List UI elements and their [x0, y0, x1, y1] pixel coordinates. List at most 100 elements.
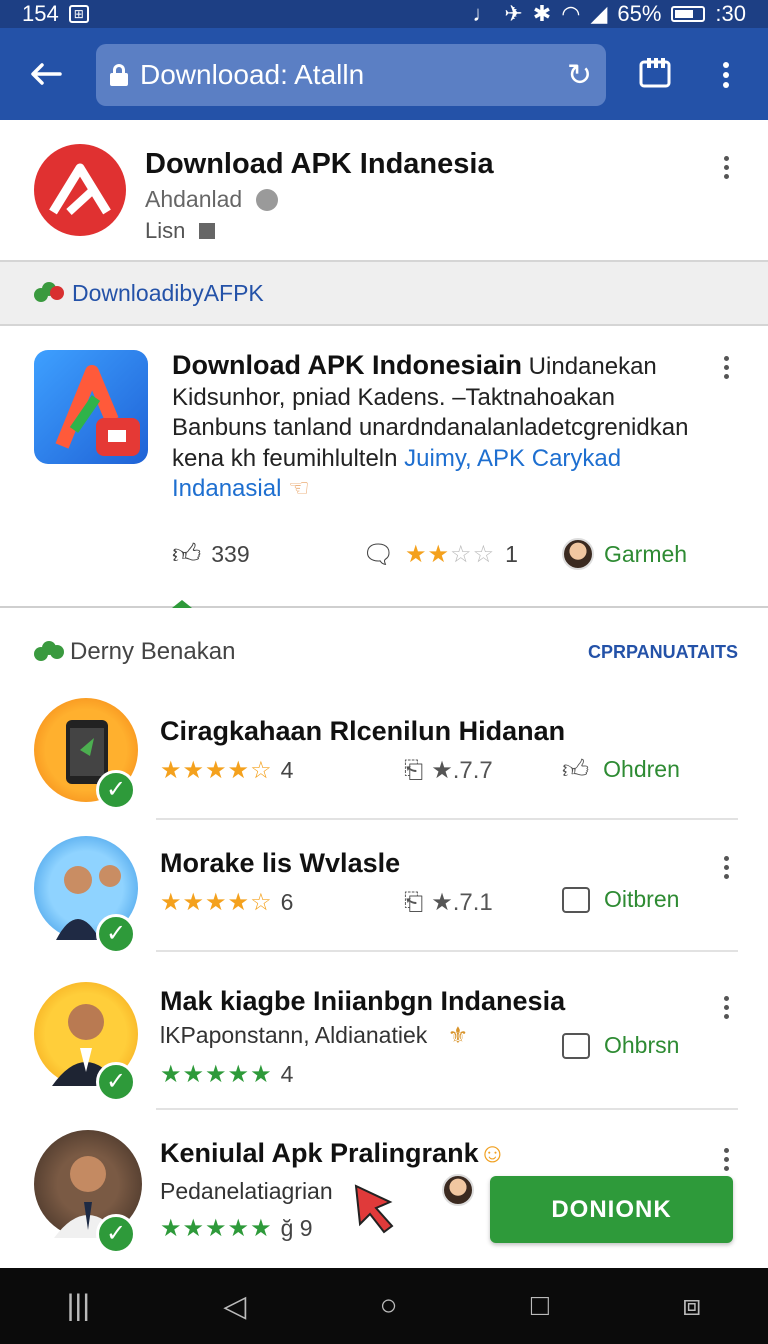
- item-rating: ★★★★★ ğ 9: [160, 1214, 313, 1243]
- verified-check-icon: ✓: [96, 770, 136, 810]
- app-subtitle: Ahdanlad: [145, 186, 279, 213]
- list-item[interactable]: ✓ Morake lis Wvlasle ★★★★☆ 6 ⎗ ★.7.1 Oit…: [0, 820, 768, 954]
- item-meta: ⎗ ★.7.7: [404, 756, 493, 785]
- download-button[interactable]: DONIONK: [490, 1176, 733, 1243]
- item-title: Ciragkahaan Rlcenilun Hidanan: [160, 716, 566, 746]
- author-name: Garmeh: [604, 540, 688, 567]
- related-action-link[interactable]: CPRPANUATAITS: [588, 642, 738, 663]
- storage-icon[interactable]: [638, 56, 672, 98]
- verified-icon: [256, 188, 279, 211]
- reload-icon[interactable]: ↻: [567, 58, 592, 93]
- battery-percent: 65%: [617, 1, 662, 26]
- item-subtitle-text: lKPaponstann, Aldianatiek: [160, 1022, 428, 1048]
- nav-home-icon[interactable]: ○: [380, 1289, 398, 1323]
- feature-app-icon: [34, 350, 148, 464]
- star-rating: ★★★★★: [160, 1215, 273, 1242]
- thumbs-up-icon: 👍︎: [562, 754, 590, 784]
- url-bar[interactable]: Downlooad: Atalln ↻: [96, 44, 606, 106]
- comment-icon: [562, 1032, 590, 1059]
- star-rating: ★★★★☆: [160, 757, 273, 784]
- section-label[interactable]: DownloadibyAFPK: [72, 280, 264, 307]
- rating-value: 4: [280, 1061, 294, 1087]
- app-publisher: Ahdanlad: [145, 186, 243, 212]
- feature-title: Download APK Indonesiain: [172, 350, 523, 380]
- verified-check-icon: ✓: [96, 1214, 136, 1254]
- feature-more-icon[interactable]: [722, 356, 730, 379]
- thumbs-up-icon: 👍︎: [172, 538, 202, 569]
- feature-line-3: Banbuns tanland unardndanalanladetcgreni…: [172, 414, 689, 441]
- action-label: Oitbren: [604, 886, 680, 912]
- tab-indicator: [172, 600, 192, 608]
- item-subtitle: lKPaponstann, Aldianatiek ⚜: [160, 1022, 468, 1049]
- comment-icon: 🗨︎: [362, 538, 396, 569]
- item-title-text: Keniulal Apk Pralingrank: [160, 1138, 479, 1168]
- item-action[interactable]: Ohbrsn: [562, 1032, 679, 1059]
- nav-extra-icon[interactable]: ⧈: [682, 1289, 701, 1323]
- item-subtitle: Pedanelatiagrian: [160, 1178, 333, 1204]
- section-bar: DownloadibyAFPK: [0, 262, 768, 326]
- likes-stat[interactable]: 👍︎ 339: [172, 537, 362, 571]
- screen: 154 ⊞ ♩ ✈ ✱ ◠ ◢ 65% :30 Downlooad: Atall…: [0, 0, 768, 1344]
- nav-overview-icon[interactable]: □: [531, 1289, 549, 1323]
- brand-leaf-icon: [34, 282, 64, 304]
- feature-card[interactable]: Download APK Indonesiain Uindanekan Kids…: [0, 326, 768, 608]
- nav-back-icon[interactable]: ◁: [223, 1289, 246, 1324]
- verified-check-icon: ✓: [96, 1062, 136, 1102]
- system-nav-bar: ||| ◁ ○ □ ⧈: [0, 1268, 768, 1344]
- divider: [156, 950, 738, 952]
- notification-icon: ⊞: [68, 5, 89, 23]
- item-more-icon[interactable]: [722, 996, 730, 1019]
- browser-toolbar: Downlooad: Atalln ↻: [0, 28, 768, 120]
- item-rating: ★★★★☆ 6: [160, 888, 293, 917]
- feature-line-4: kena kh feumihlulteln: [172, 444, 398, 472]
- app-logo: [34, 144, 126, 236]
- rating-value: 4: [280, 757, 294, 783]
- related-leaf-icon: [34, 641, 64, 663]
- wifi-icon: ◠: [561, 1, 581, 26]
- rating-value: ğ 9: [280, 1215, 313, 1241]
- app-title: Download APK Indanesia: [145, 148, 494, 180]
- share-icon: ⎗: [404, 888, 424, 916]
- list-item[interactable]: ✓ Ciragkahaan Rlcenilun Hidanan ★★★★☆ 4 …: [0, 688, 768, 820]
- action-label: Ohbrsn: [604, 1032, 680, 1058]
- star-rating: ★★★★☆: [160, 889, 273, 916]
- meta-value: ★.7.1: [431, 889, 493, 916]
- author-stat[interactable]: Garmeh: [562, 538, 687, 570]
- app-label: Lisn: [145, 218, 186, 243]
- square-icon: [199, 223, 216, 239]
- status-time-left: 154: [22, 1, 59, 26]
- rating-value: 6: [280, 889, 294, 915]
- feature-line-2: Kidsunhor, pniad Kadens. –Taktnahoаkan: [172, 383, 616, 411]
- mute-icon: ♩: [472, 1, 495, 26]
- battery-icon: [671, 6, 706, 22]
- item-rating: ★★★★☆ 4: [160, 756, 293, 785]
- list-item[interactable]: ✓ Mak kiagbe Iniianbgn Indanesia lKPapon…: [0, 958, 768, 1110]
- item-action[interactable]: 👍︎ Ohdren: [562, 754, 680, 785]
- airplane-icon: ✈: [504, 1, 523, 26]
- recents-menu-icon[interactable]: |||: [67, 1289, 90, 1323]
- share-icon: ⎗: [404, 756, 424, 784]
- item-title: Morake lis Wvlasle: [160, 848, 401, 878]
- meta-value: ★.7.7: [431, 757, 493, 784]
- back-arrow-icon[interactable]: [16, 44, 76, 104]
- author-avatar: [562, 538, 594, 570]
- signal-icon: ◢: [590, 1, 608, 26]
- clock: :30: [715, 1, 746, 26]
- feature-description: Download APK Indonesiain Uindanekan Kids…: [172, 350, 728, 505]
- app-header: Download APK Indanesia Ahdanlad Lisn: [0, 120, 768, 262]
- item-title: Mak kiagbe Iniianbgn Indanesia: [160, 986, 566, 1016]
- verified-check-icon: ✓: [96, 914, 136, 954]
- related-title: Derny Benakan: [70, 638, 236, 665]
- feature-stats: 👍︎ 339 🗨︎ ★★☆☆ 1 Garmeh: [172, 534, 732, 574]
- item-more-icon[interactable]: [722, 1148, 730, 1171]
- emblem-icon: ⚜: [447, 1022, 469, 1048]
- item-more-icon[interactable]: [722, 856, 730, 879]
- cursor-arrow-icon: [352, 1182, 406, 1241]
- app-more-icon[interactable]: [722, 156, 730, 179]
- item-action[interactable]: Oitbren: [562, 886, 679, 913]
- item-rating: ★★★★★ 4: [160, 1060, 293, 1089]
- overflow-menu-icon[interactable]: [722, 62, 730, 88]
- star-rating: ★★★★★: [160, 1061, 273, 1088]
- rating-stat[interactable]: 🗨︎ ★★☆☆ 1: [362, 539, 562, 570]
- comment-icon: [562, 886, 590, 913]
